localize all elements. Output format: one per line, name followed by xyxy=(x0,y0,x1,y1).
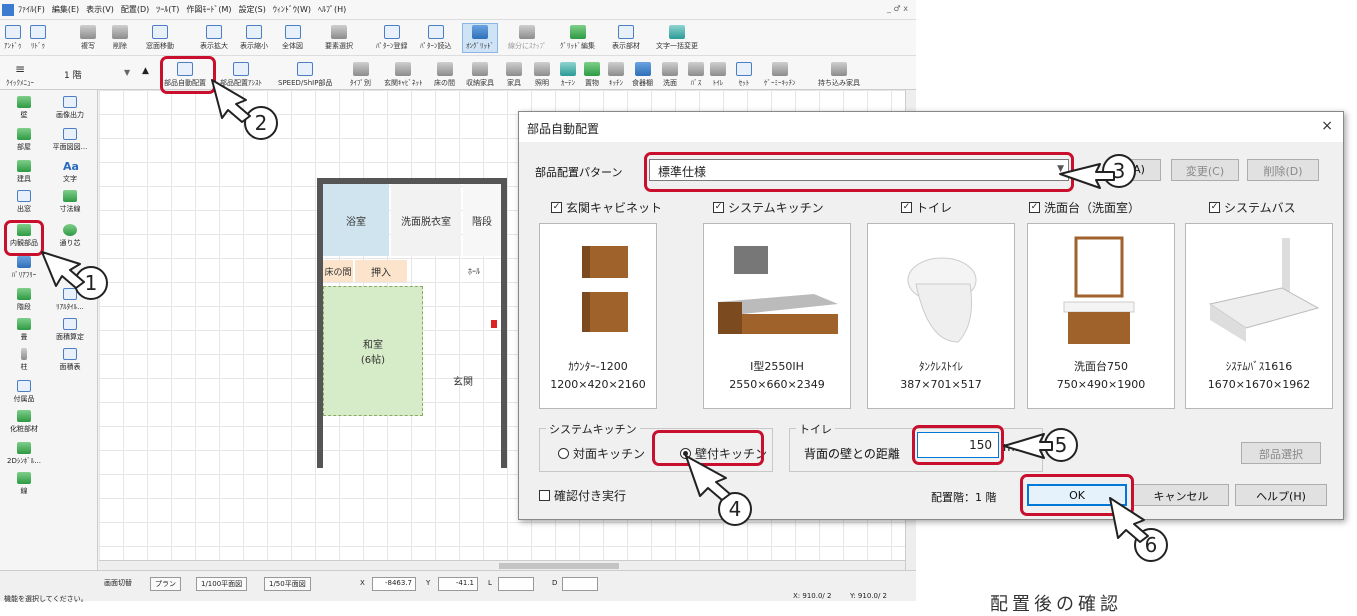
pointer-arrow-5 xyxy=(1003,433,1053,459)
pointer-arrow-3 xyxy=(1059,163,1115,189)
pointer-arrow-4 xyxy=(685,455,731,501)
pointer-arrow-2 xyxy=(211,79,251,123)
pointer-arrows xyxy=(41,79,1149,543)
pointer-arrow-1 xyxy=(41,251,85,289)
pointer-arrow-6 xyxy=(1109,497,1149,543)
